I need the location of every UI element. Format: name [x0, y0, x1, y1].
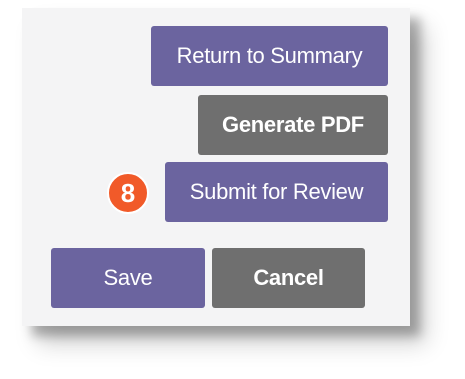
- return-to-summary-button[interactable]: Return to Summary: [151, 26, 388, 86]
- generate-pdf-button[interactable]: Generate PDF: [198, 95, 388, 155]
- save-button[interactable]: Save: [51, 248, 205, 308]
- submit-for-review-button[interactable]: Submit for Review: [165, 162, 388, 222]
- step-callout-badge: 8: [107, 172, 149, 214]
- screenshot-stage: Return to Summary Generate PDF Submit fo…: [0, 0, 465, 379]
- cancel-button[interactable]: Cancel: [212, 248, 365, 308]
